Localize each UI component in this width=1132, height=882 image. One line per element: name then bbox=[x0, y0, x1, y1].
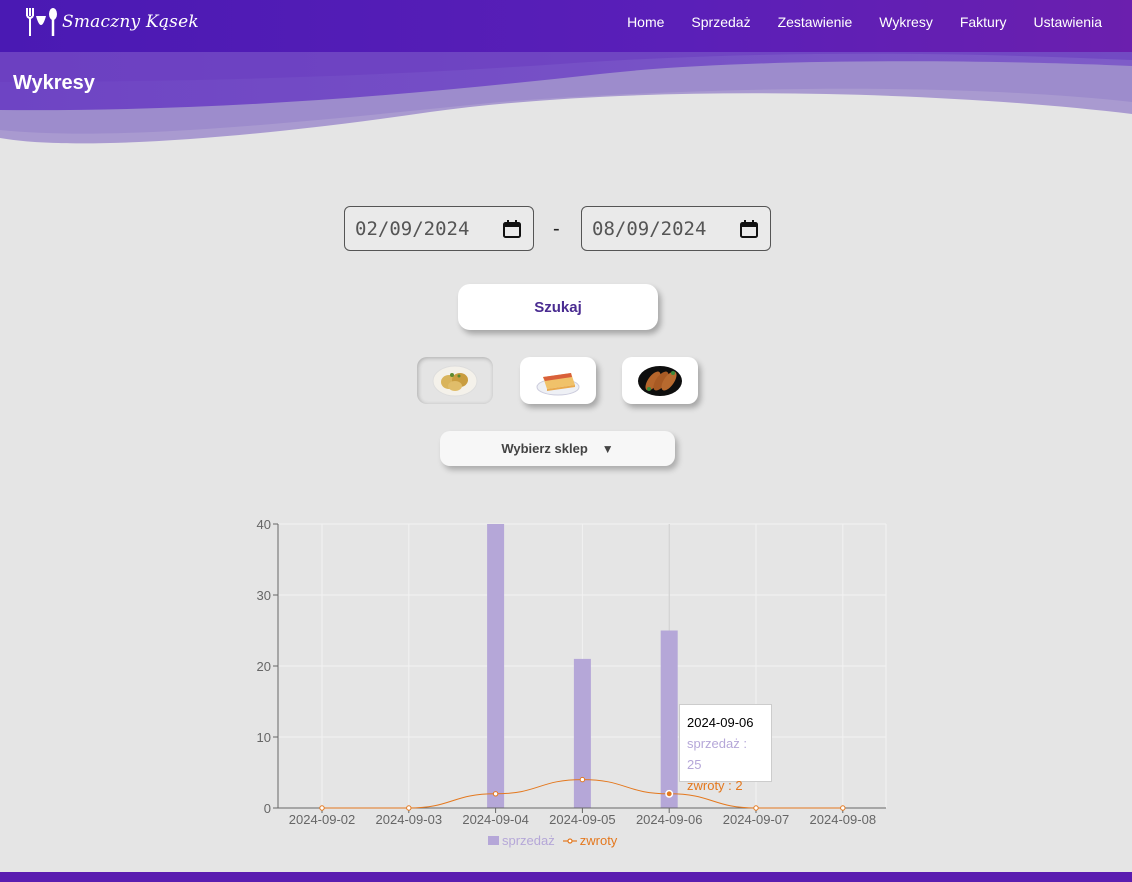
point-zwroty bbox=[840, 805, 846, 811]
x-tick-label: 2024-09-07 bbox=[723, 812, 790, 827]
search-button[interactable]: Szukaj bbox=[458, 284, 658, 330]
y-tick-label: 40 bbox=[257, 517, 271, 532]
nav-wykresy[interactable]: Wykresy bbox=[879, 14, 933, 30]
bar-sprzedaz bbox=[660, 630, 678, 808]
legend-returns-swatch bbox=[562, 837, 577, 844]
legend-item-returns[interactable]: zwroty bbox=[562, 833, 618, 848]
tooltip-date: 2024-09-06 bbox=[687, 715, 754, 730]
legend-sales-swatch bbox=[488, 836, 499, 845]
date-to-input[interactable]: 08/09/2024 bbox=[581, 206, 771, 251]
store-select-label: Wybierz sklep bbox=[501, 441, 588, 456]
calendar-icon[interactable] bbox=[502, 219, 522, 239]
nav-sprzedaz[interactable]: Sprzedaż bbox=[691, 14, 750, 30]
date-from-value: 02/09/2024 bbox=[355, 217, 470, 240]
nav-home[interactable]: Home bbox=[627, 14, 664, 30]
y-tick-label: 20 bbox=[257, 659, 271, 674]
cutlery-icon bbox=[26, 8, 57, 36]
point-zwroty bbox=[753, 805, 759, 811]
nav-zestawienie[interactable]: Zestawienie bbox=[778, 14, 853, 30]
line-zwroty bbox=[321, 779, 843, 809]
x-tick-label: 2024-09-05 bbox=[549, 812, 616, 827]
x-tick-label: 2024-09-04 bbox=[462, 812, 529, 827]
legend-returns-label: zwroty bbox=[579, 833, 618, 848]
date-from-input[interactable]: 02/09/2024 bbox=[344, 206, 534, 251]
y-tick-label: 30 bbox=[257, 588, 271, 603]
x-tick-label: 2024-09-03 bbox=[376, 812, 443, 827]
chevron-down-icon: ▼ bbox=[601, 441, 614, 456]
store-select[interactable]: Wybierz sklep ▼ bbox=[440, 431, 675, 466]
food-button-potatoes[interactable] bbox=[417, 357, 493, 404]
page-title: Wykresy bbox=[13, 72, 95, 94]
tooltip-returns: zwroty : 2 bbox=[687, 778, 743, 793]
tooltip-sales: sprzedaż : 25 bbox=[687, 736, 747, 772]
chart-legend: sprzedaż zwroty bbox=[488, 833, 617, 848]
x-tick-label: 2024-09-06 bbox=[636, 812, 703, 827]
legend-item-sales[interactable]: sprzedaż bbox=[488, 833, 555, 848]
bar-sprzedaz bbox=[573, 658, 591, 808]
nav-menu: Home Sprzedaż Zestawienie Wykresy Faktur… bbox=[627, 0, 1102, 44]
app-logo[interactable]: Smaczny Kąsek bbox=[24, 6, 199, 38]
casserole-icon bbox=[536, 372, 580, 395]
chart-tooltip: 2024-09-06 sprzedaż : 25 zwroty : 2 bbox=[679, 704, 772, 793]
footer-bar bbox=[0, 872, 1132, 882]
y-tick-label: 0 bbox=[264, 801, 271, 816]
logo-text: Smaczny Kąsek bbox=[62, 12, 199, 32]
date-separator: - bbox=[553, 218, 560, 240]
header-wave bbox=[0, 52, 1132, 152]
sausages-icon bbox=[638, 365, 682, 396]
food-button-sausages[interactable] bbox=[622, 357, 698, 404]
y-tick-label: 10 bbox=[257, 730, 271, 745]
point-zwroty bbox=[665, 789, 674, 798]
point-zwroty bbox=[492, 791, 499, 797]
nav-ustawienia[interactable]: Ustawienia bbox=[1034, 14, 1102, 30]
point-zwroty bbox=[579, 776, 586, 783]
x-tick-label: 2024-09-02 bbox=[289, 812, 356, 827]
legend-sales-label: sprzedaż bbox=[502, 833, 555, 848]
date-to-value: 08/09/2024 bbox=[592, 217, 707, 240]
top-navbar: Smaczny Kąsek Home Sprzedaż Zestawienie … bbox=[0, 0, 1132, 52]
potatoes-icon bbox=[432, 365, 478, 396]
x-tick-label: 2024-09-08 bbox=[810, 812, 877, 827]
food-button-casserole[interactable] bbox=[520, 357, 596, 404]
nav-faktury[interactable]: Faktury bbox=[960, 14, 1007, 30]
bar-sprzedaz bbox=[487, 524, 505, 808]
calendar-icon[interactable] bbox=[739, 219, 759, 239]
point-zwroty bbox=[319, 805, 325, 811]
point-zwroty bbox=[406, 805, 412, 811]
